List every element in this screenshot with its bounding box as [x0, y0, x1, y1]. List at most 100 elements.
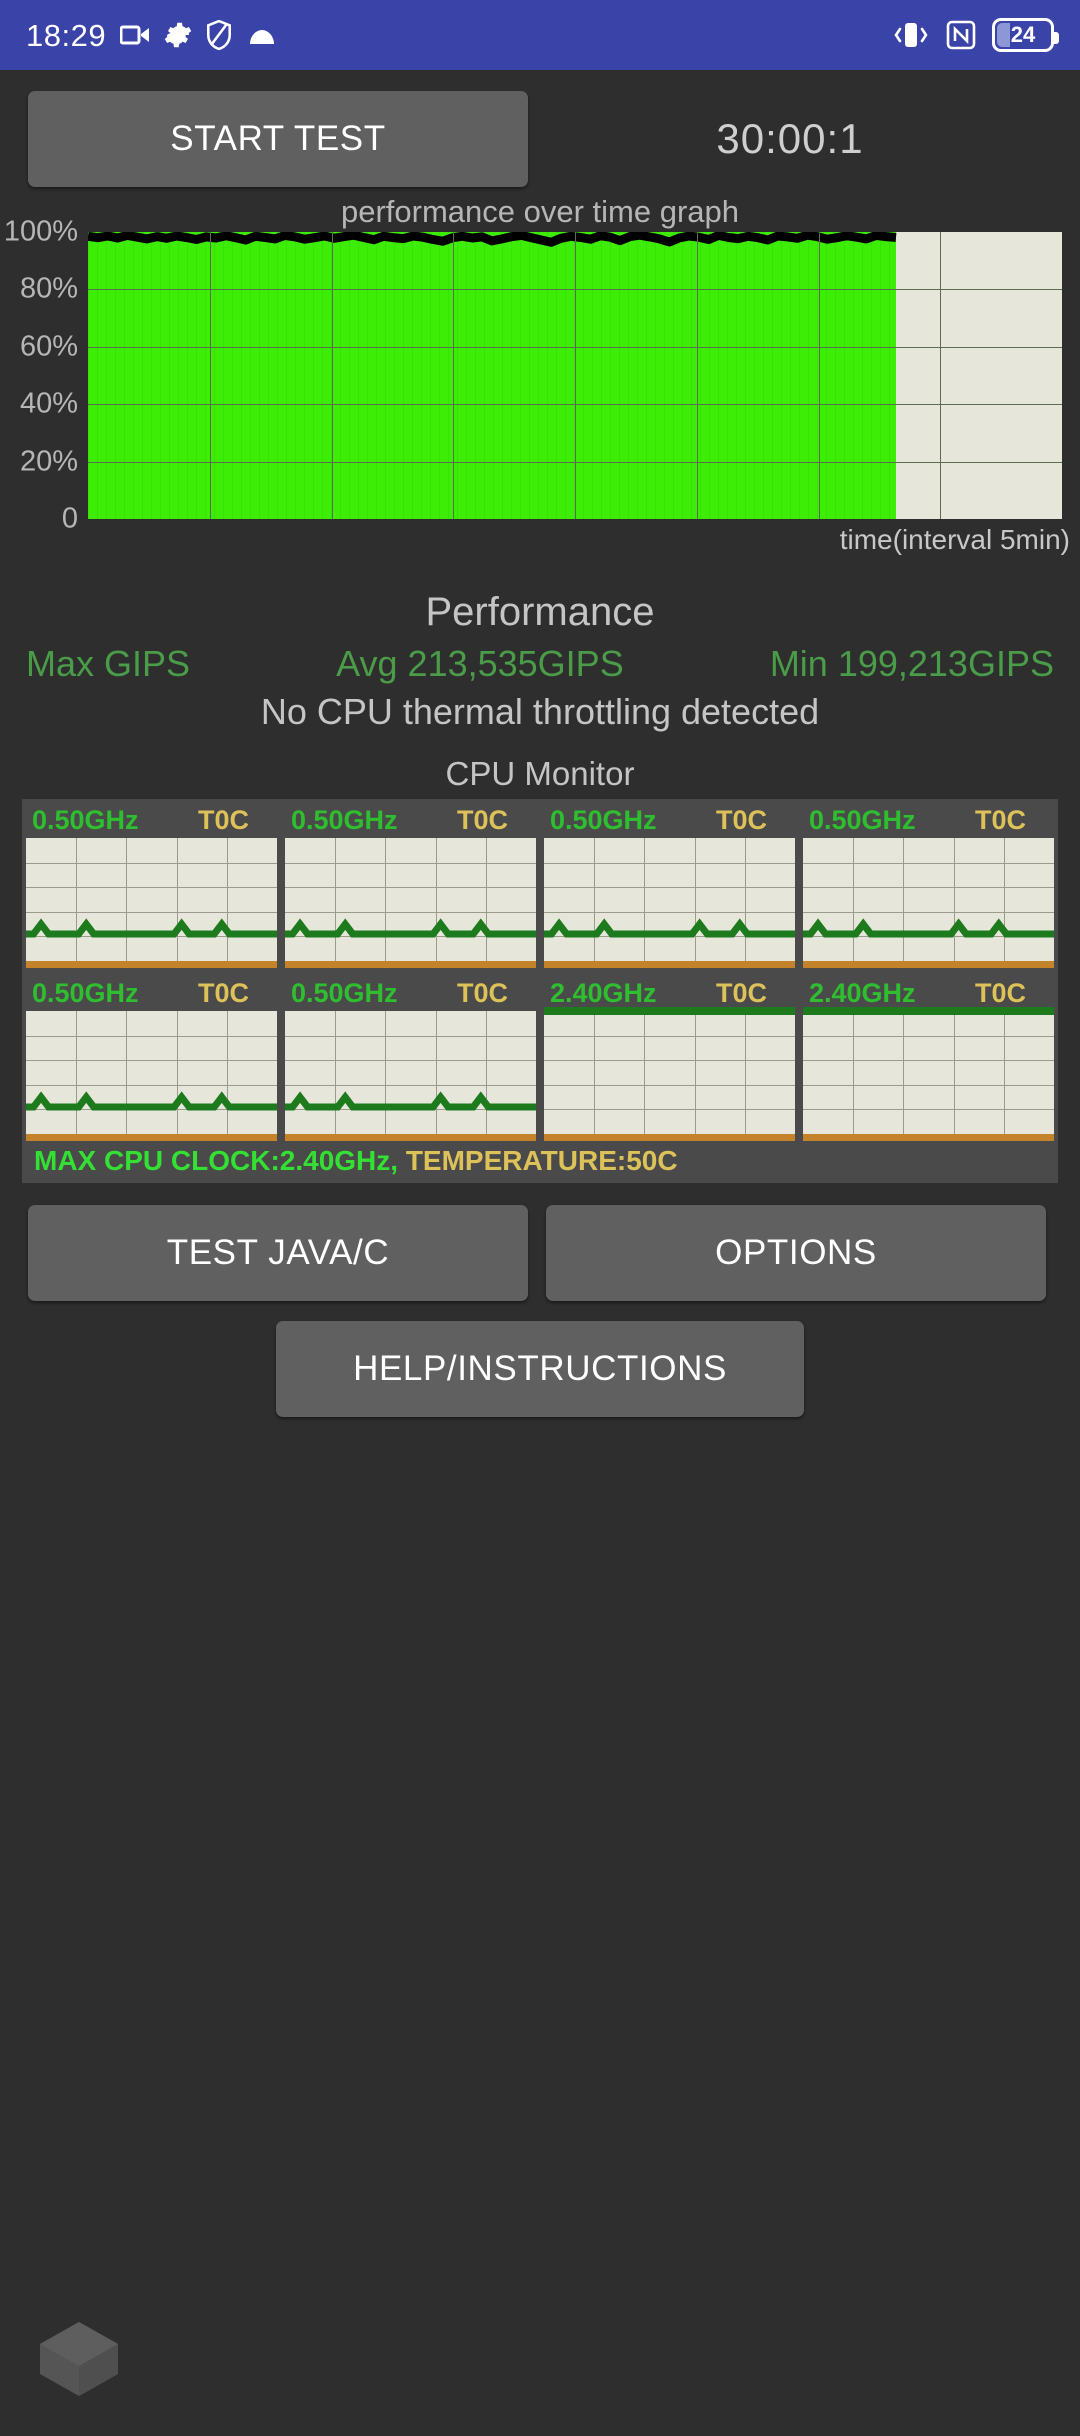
chart-gridline-v [332, 232, 333, 519]
cpu-core-temperature: T0C [715, 978, 767, 1008]
performance-stats: Max GIPS Avg 213,535GIPS Min 199,213GIPS [0, 635, 1080, 685]
cpu-core-frequency: 2.40GHz [550, 978, 657, 1008]
chart-y-tick: 80% [19, 272, 78, 305]
cpu-core-load-line [26, 838, 277, 961]
system-navigation-bar [0, 2280, 1080, 2436]
help-instructions-button[interactable]: HELP/INSTRUCTIONS [276, 1321, 804, 1417]
cpu-core-load-line [285, 1011, 536, 1134]
cpu-core-chart [803, 1007, 1054, 1141]
cpu-gridline-h [803, 1084, 1054, 1086]
cpu-core-frequency: 0.50GHz [809, 805, 916, 835]
cpu-core-temperature: T0C [197, 978, 249, 1008]
test-java-c-button[interactable]: TEST JAVA/C [28, 1205, 528, 1301]
cpu-core-chart [285, 1011, 536, 1141]
cpu-gridline-v [644, 1011, 646, 1134]
cpu-gridline-v [744, 1011, 746, 1134]
battery-fill [997, 23, 1011, 47]
cpu-core-header: 0.50GHz T0C [26, 803, 277, 838]
cpu-core-frequency: 0.50GHz [32, 805, 139, 835]
throttling-note: No CPU thermal throttling detected [260, 691, 820, 732]
cpu-core-chart [803, 838, 1054, 968]
chart-gridline-v [453, 232, 454, 519]
shield-icon [206, 20, 232, 50]
cpu-core-frequency: 2.40GHz [809, 978, 916, 1008]
cpu-core-chart [544, 838, 795, 968]
battery-indicator: 24 [992, 18, 1059, 52]
cpu-gridline-h [803, 1035, 1054, 1037]
chart-plot-area [88, 232, 1062, 519]
cpu-core-load-line [544, 838, 795, 961]
chart-y-tick: 0 [61, 502, 78, 535]
status-bar-right: 24 [892, 18, 1059, 52]
vibrate-icon [892, 20, 930, 50]
chart-gridline-v [210, 232, 211, 519]
cpu-gridline-v [594, 1011, 596, 1134]
chart-y-tick: 40% [19, 387, 78, 420]
performance-chart: performance over time graph 100% 80% 60% 40… [0, 194, 1080, 584]
cpu-core-header: 0.50GHz T0C [803, 803, 1054, 838]
cpu-core-grid: 0.50GHz T0C 0.50GHz T0C 0.50GHz T0C 0.50GHz T0C… [26, 803, 1054, 1141]
status-bar: 18:29 24 [0, 0, 1080, 70]
cpu-core-frequency: 0.50GHz [291, 805, 398, 835]
cpu-core-header: 0.50GHz T0C [285, 976, 536, 1011]
cpu-core-header: 2.40GHz T0C [544, 976, 795, 1011]
cpu-core-chart [26, 838, 277, 968]
cpu-gridline-h [544, 1060, 795, 1062]
cpu-monitor-heading: CPU Monitor [445, 755, 635, 792]
start-test-button[interactable]: START TEST [28, 91, 528, 187]
status-bar-left: 18:29 [26, 20, 278, 51]
cpu-gridline-v [853, 1011, 855, 1134]
video-camera-icon [120, 23, 150, 47]
max-gips-label: Max GIPS [26, 643, 191, 684]
cpu-core-header: 0.50GHz T0C [285, 803, 536, 838]
cpu-monitor-panel: 0.50GHz T0C 0.50GHz T0C 0.50GHz T0C 0.50GHz T0C… [22, 799, 1058, 1183]
chart-x-axis-label: time(interval 5min) [839, 524, 1070, 555]
cpu-core-7: 2.40GHz T0C [803, 976, 1054, 1141]
cpu-core-load-line [26, 1011, 277, 1134]
cpu-core-frequency: 0.50GHz [291, 978, 398, 1008]
cpu-core-load-line [544, 1007, 795, 1015]
cpu-core-0: 0.50GHz T0C [26, 803, 277, 968]
cpu-monitor-footer: MAX CPU CLOCK:2.40GHz, TEMPERATURE:50C [26, 1141, 1054, 1183]
cpu-core-2: 0.50GHz T0C [544, 803, 795, 968]
cpu-core-header: 0.50GHz T0C [26, 976, 277, 1011]
chart-gridline-v [697, 232, 698, 519]
gear-icon [164, 21, 192, 49]
cpu-core-chart [544, 1007, 795, 1141]
performance-heading: Performance [425, 590, 655, 634]
cpu-core-4: 0.50GHz T0C [26, 976, 277, 1141]
cpu-core-temperature: T0C [456, 978, 508, 1008]
cpu-core-load-line [803, 1007, 1054, 1015]
top-toolbar: START TEST 30:00:1 [0, 70, 1080, 188]
action-button-row: TEST JAVA/C OPTIONS [0, 1183, 1080, 1301]
cpu-gridline-h [544, 1035, 795, 1037]
avg-gips-label: Avg 213,535GIPS [336, 643, 624, 684]
cpu-core-header: 2.40GHz T0C [803, 976, 1054, 1011]
cpu-core-5: 0.50GHz T0C [285, 976, 536, 1141]
cpu-gridline-v [903, 1011, 905, 1134]
chart-y-tick: 20% [19, 445, 78, 478]
cpu-gridline-v [953, 1011, 955, 1134]
options-button[interactable]: OPTIONS [546, 1205, 1046, 1301]
cpu-core-chart [285, 838, 536, 968]
cpu-core-load-line [285, 838, 536, 961]
temperature-label: TEMPERATURE:50C [398, 1145, 678, 1176]
chart-gridline-v [940, 232, 941, 519]
cpu-core-temperature: T0C [456, 805, 508, 835]
cpu-core-header: 0.50GHz T0C [544, 803, 795, 838]
cpu-core-chart [26, 1011, 277, 1141]
cpu-core-frequency: 0.50GHz [550, 805, 657, 835]
min-gips-label: Min 199,213GIPS [769, 643, 1054, 684]
cube-icon[interactable] [36, 2320, 122, 2398]
cpu-gridline-h [803, 1109, 1054, 1111]
status-bar-clock: 18:29 [26, 17, 107, 53]
cpu-core-load-line [803, 838, 1054, 961]
cpu-gridline-v [694, 1011, 696, 1134]
help-button-row: HELP/INSTRUCTIONS [0, 1301, 1080, 1417]
chart-gridline-v [819, 232, 820, 519]
cloud-icon [246, 24, 278, 46]
chart-title: performance over time graph [340, 194, 740, 229]
cpu-gridline-h [803, 1060, 1054, 1062]
cpu-gridline-h [544, 1109, 795, 1111]
cpu-core-temperature: T0C [974, 978, 1026, 1008]
